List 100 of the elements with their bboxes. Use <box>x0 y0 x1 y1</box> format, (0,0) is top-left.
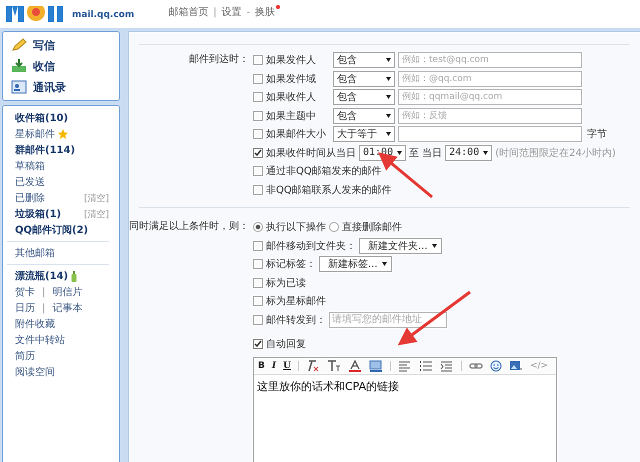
checkbox[interactable] <box>253 339 263 350</box>
toolbar-button[interactable]: I <box>272 360 276 370</box>
toolbar-button[interactable]: B <box>258 360 265 370</box>
checkbox[interactable] <box>253 129 263 140</box>
condition-input[interactable]: 例如：test@qq.com <box>398 52 582 68</box>
logo-icon <box>4 6 66 24</box>
caret-icon <box>386 132 391 136</box>
folder-link[interactable]: 文件中转站 <box>15 333 65 347</box>
font-color-icon[interactable] <box>348 360 362 372</box>
condition-label: 如果发件域 <box>266 72 317 86</box>
folder-link[interactable]: QQ邮件订阅(2) <box>15 223 88 237</box>
section-label: 同时满足以上条件时，则： <box>129 220 250 234</box>
folder-link[interactable]: 收件箱(10) <box>15 111 68 125</box>
folder-link[interactable]: 星标邮件 <box>15 127 55 141</box>
condition-label: 如果收件人 <box>266 91 317 104</box>
caret-icon <box>386 76 391 81</box>
folder-link[interactable]: 记事本 <box>52 301 82 315</box>
quick-action-link[interactable]: 写信 <box>11 36 111 54</box>
checkbox[interactable] <box>253 148 263 158</box>
nav-separator: | <box>213 6 217 18</box>
checkbox[interactable] <box>253 166 263 176</box>
logo-url: mail.qq.com <box>72 10 134 20</box>
caret-icon <box>386 58 391 62</box>
condition-input[interactable]: 例如：@qq.com <box>398 70 582 87</box>
section-label: 邮件到达时： <box>188 52 250 67</box>
folder-link[interactable]: 附件收藏 <box>15 317 55 331</box>
operator-dropdown[interactable]: 包含 <box>333 89 395 106</box>
checkbox[interactable] <box>253 110 263 121</box>
to-label: 至 <box>409 146 420 160</box>
condition-label: 通过非QQ邮箱发来的邮件 <box>266 164 382 178</box>
checkbox[interactable] <box>253 74 263 84</box>
radio-button[interactable] <box>329 222 339 232</box>
clear-format-icon[interactable] <box>306 360 320 372</box>
action-label: 自动回复 <box>266 338 306 352</box>
size-input[interactable] <box>398 126 582 142</box>
operator-dropdown[interactable]: 大于等于 <box>333 126 395 142</box>
caret-icon <box>386 95 391 100</box>
action-label: 邮件转发到： <box>266 314 326 327</box>
checkbox[interactable] <box>253 278 263 288</box>
checkbox[interactable] <box>253 296 263 306</box>
forward-address-input[interactable]: 请填写您的邮件地址 <box>329 312 447 328</box>
checkbox[interactable] <box>253 55 263 66</box>
image-icon[interactable] <box>508 360 523 372</box>
operator-dropdown[interactable]: 包含 <box>333 52 395 68</box>
text-size-icon[interactable] <box>326 360 341 372</box>
list-icon[interactable] <box>418 360 433 372</box>
nav-link[interactable]: 换肤 <box>255 5 276 19</box>
indent-icon[interactable] <box>440 360 454 372</box>
condition-input[interactable]: 例如：反馈 <box>398 108 582 124</box>
folder-link[interactable]: 明信片 <box>52 285 82 299</box>
folder-link[interactable]: 群邮件(114) <box>15 143 76 157</box>
condition-label: 如果发件人 <box>266 54 317 68</box>
caret-icon <box>382 262 387 266</box>
condition-input[interactable]: 例如：qqmail@qq.com <box>398 89 582 106</box>
link-separator: | <box>42 302 46 314</box>
operator-dropdown[interactable]: 包含 <box>333 70 395 87</box>
align-icon[interactable] <box>398 360 412 372</box>
condition-label: 如果邮件大小 <box>266 128 327 142</box>
action-label: 标为星标邮件 <box>266 294 326 308</box>
time-range-note: (时间范围限定在24小时内) <box>495 146 616 160</box>
reply-text[interactable]: 这里放你的话术和CPA的链接 <box>254 374 556 398</box>
smiley-icon[interactable] <box>490 360 502 372</box>
checkbox[interactable] <box>253 314 263 325</box>
checkbox[interactable] <box>253 92 263 102</box>
folder-link[interactable]: 日历 <box>15 301 35 315</box>
star-icon <box>58 129 68 139</box>
day-label: 当日 <box>422 146 442 160</box>
radio-label: 执行以下操作 <box>266 220 326 234</box>
radio-button[interactable] <box>253 222 263 232</box>
unit-label: 字节 <box>587 128 607 142</box>
folder-link[interactable]: 阅读空间 <box>15 365 55 379</box>
condition-label: 如果收件时间从当日 <box>266 146 356 160</box>
checkbox[interactable] <box>253 259 263 270</box>
pencil-icon <box>11 38 27 52</box>
folder-link[interactable]: 已删除 <box>15 191 45 205</box>
condition-label: 非QQ邮箱联系人发来的邮件 <box>266 184 392 197</box>
choice-dropdown[interactable]: 新建标签... <box>319 256 392 272</box>
folder-link[interactable]: 简历 <box>15 349 35 363</box>
folder-link[interactable]: 垃圾箱(1) <box>15 207 62 221</box>
checkbox[interactable] <box>253 240 263 251</box>
quick-action-link[interactable]: 收信 <box>11 57 111 75</box>
nav-link[interactable]: 邮箱首页 <box>168 5 208 19</box>
folder-link[interactable]: 漂流瓶(14) <box>15 269 68 283</box>
checkbox[interactable] <box>253 184 263 195</box>
contact-card-icon <box>11 80 27 94</box>
link-separator: | <box>42 286 46 298</box>
nav-separator: - <box>246 6 250 18</box>
nav-link[interactable]: 设置 <box>222 5 242 19</box>
toolbar-button[interactable]: U <box>283 360 291 370</box>
folder-link[interactable]: 其他邮箱 <box>15 246 55 260</box>
time-dropdown[interactable]: 24:00 <box>445 144 492 161</box>
operator-dropdown[interactable]: 包含 <box>333 108 395 124</box>
quick-action-link[interactable]: 通讯录 <box>11 78 111 96</box>
highlight-icon[interactable] <box>368 360 383 372</box>
folder-link[interactable]: 贺卡 <box>15 285 35 299</box>
caret-icon <box>397 150 402 155</box>
choice-dropdown[interactable]: 新建文件夹... <box>359 238 442 254</box>
radio-label: 直接删除邮件 <box>342 220 402 234</box>
folder-link[interactable]: 草稿箱 <box>15 159 45 173</box>
folder-link[interactable]: 已发送 <box>15 175 45 189</box>
